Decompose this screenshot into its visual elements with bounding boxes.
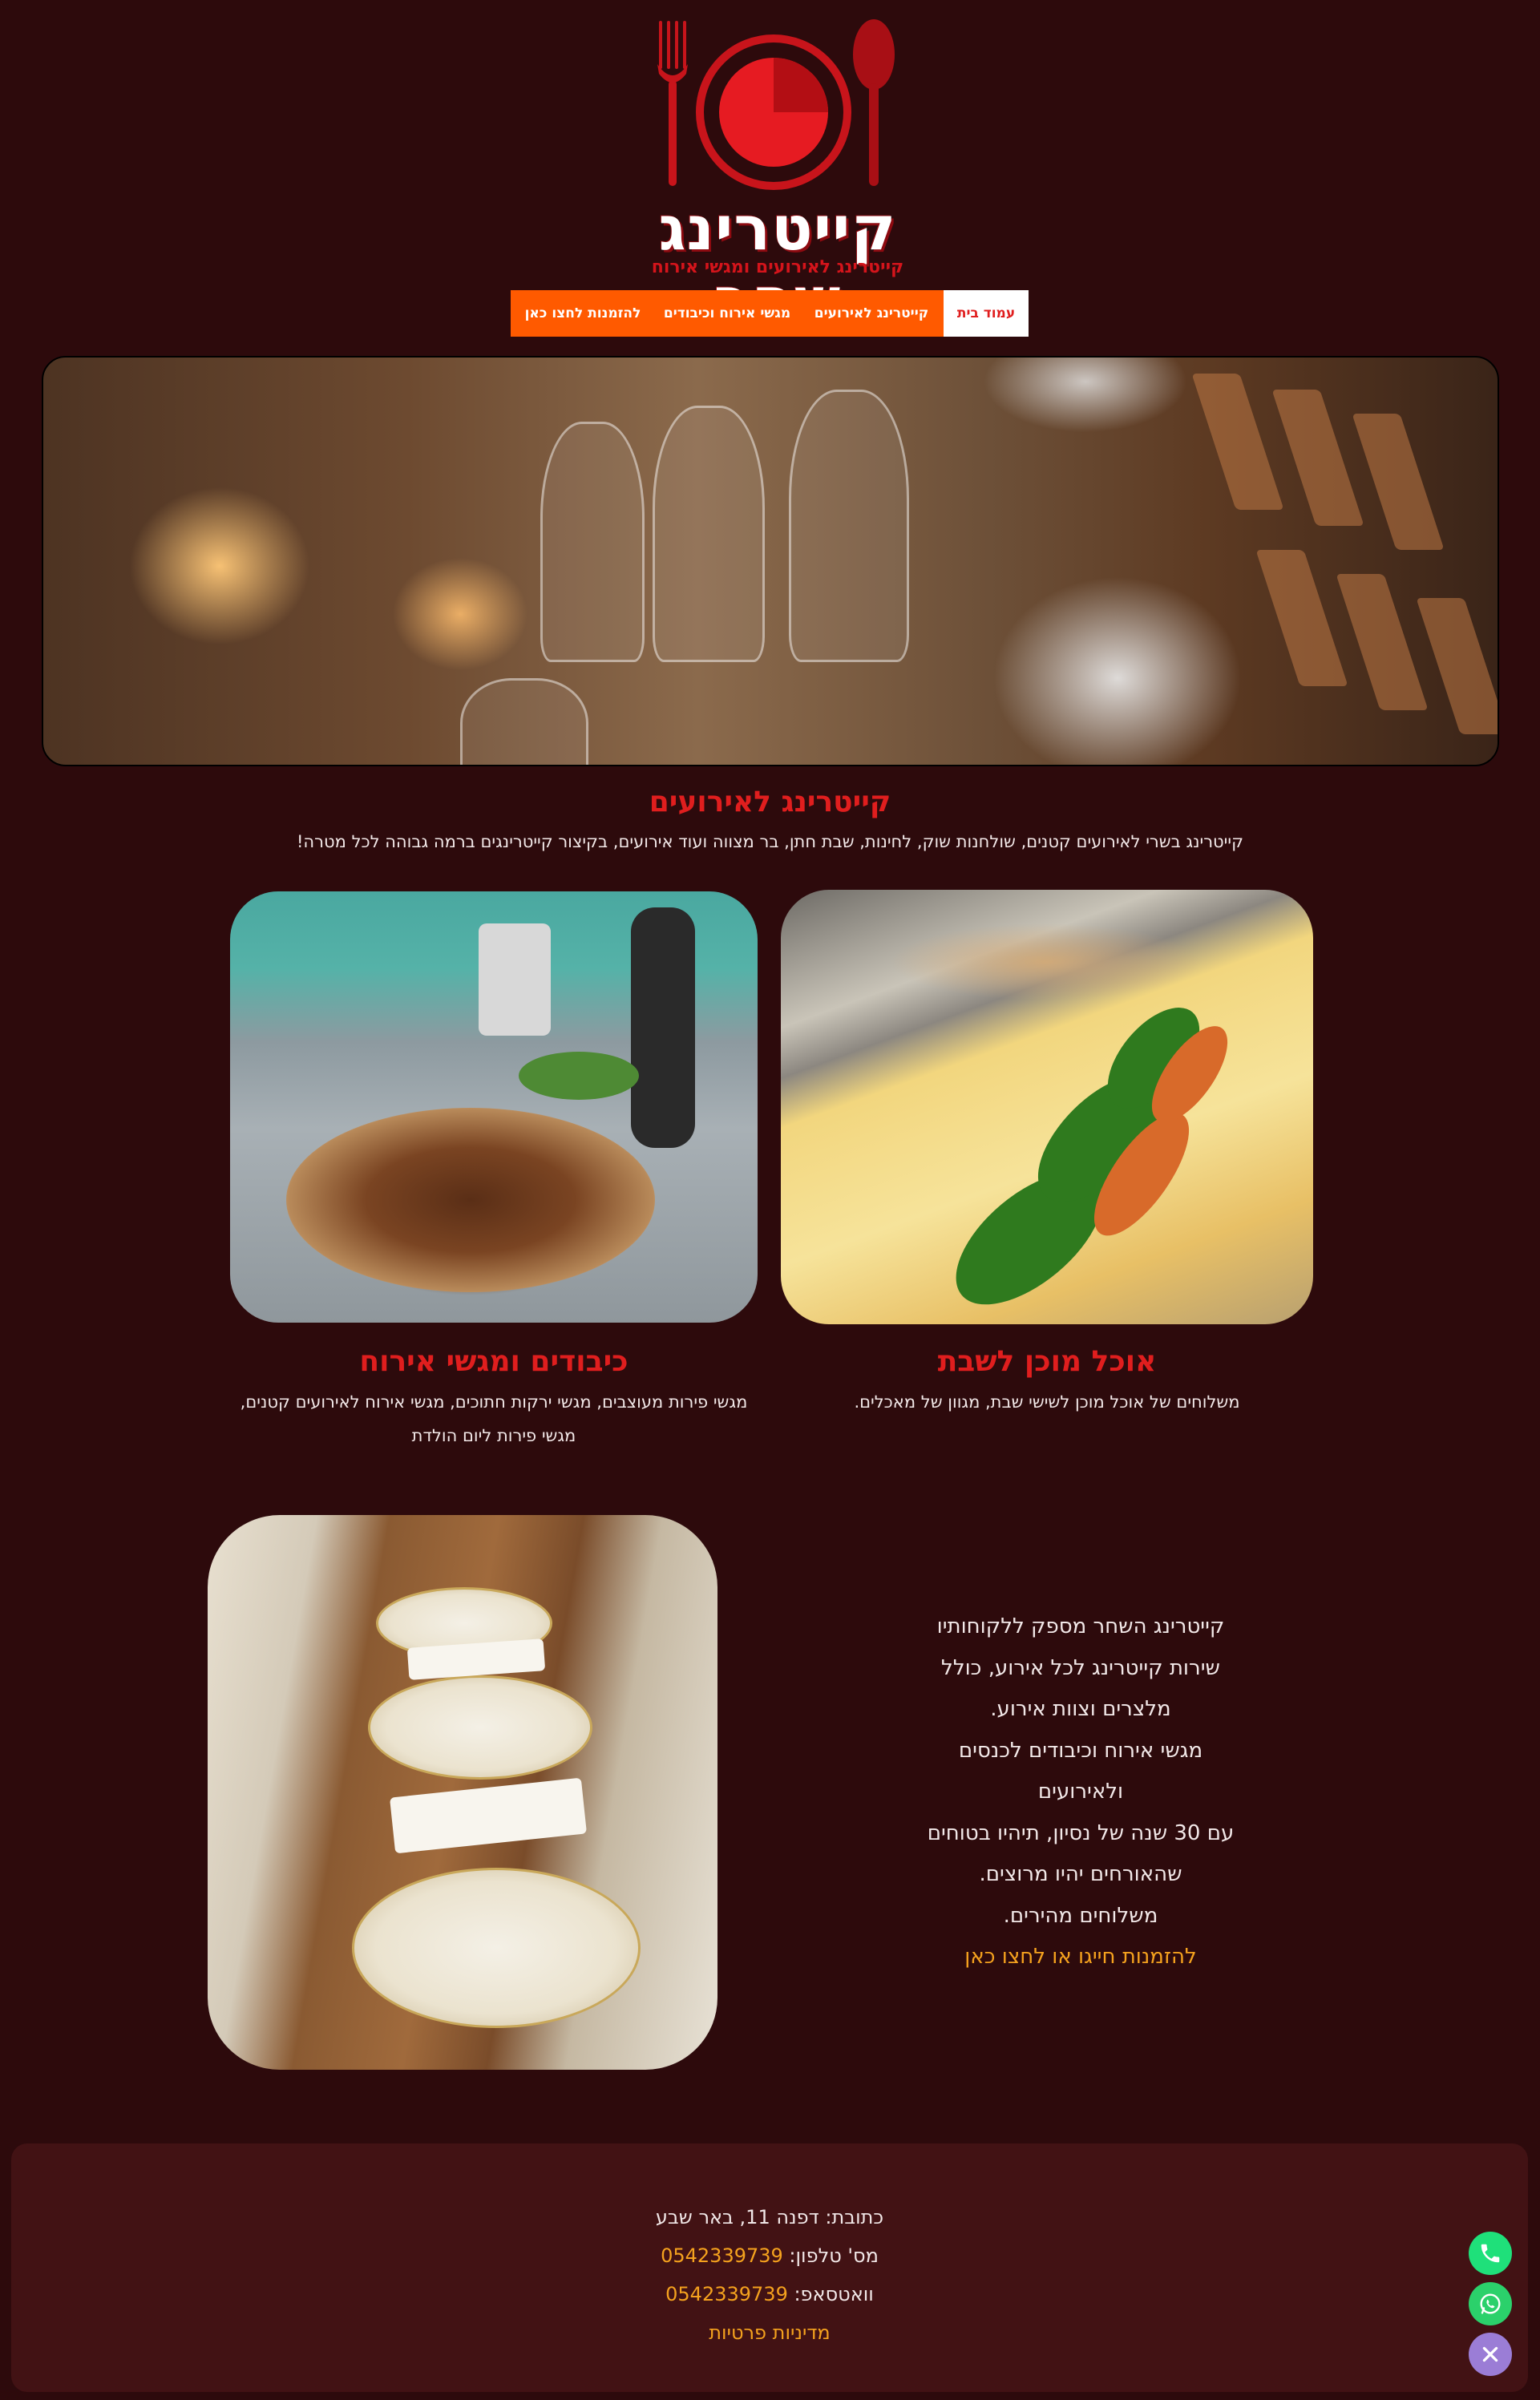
section-title-events: קייטרינג לאירועים	[649, 786, 891, 818]
card-description-shabbat: משלוחים של אוכל מוכן לשישי שבת, מגוון של…	[854, 1392, 1240, 1412]
nav-item-order[interactable]: להזמנות לחצו כאן	[511, 290, 655, 337]
close-icon	[1482, 2346, 1498, 2362]
site-logo[interactable]: קייטרינג שחר קייטרינג לאירועים ומגשי איר…	[609, 14, 946, 335]
footer-phone-link[interactable]: 0542339739	[661, 2244, 783, 2267]
about-line: ולאירועים	[1037, 1780, 1124, 1804]
about-line: שירות קייטרינג לכל אירוע, כולל	[941, 1655, 1220, 1680]
shabbat-food-image	[781, 890, 1313, 1324]
footer-whatsapp-link[interactable]: 0542339739	[665, 2283, 788, 2305]
nav-item-hosting[interactable]: מגשי אירוח וכיבודים	[655, 290, 799, 337]
table-setting-image	[208, 1515, 717, 2070]
phone-fab-button[interactable]	[1469, 2232, 1512, 2275]
footer-privacy-link[interactable]: מדיניות פרטיות	[11, 2321, 1528, 2344]
about-line: משלוחים מהירים.	[1003, 1903, 1158, 1928]
footer-phone: מס' טלפון: 0542339739	[11, 2244, 1528, 2267]
about-text: קייטרינג השחר מספק ללקוחותיו שירות קייטר…	[872, 1606, 1289, 1978]
plate-cutlery-icon	[657, 19, 895, 190]
nav-item-home[interactable]: עמוד בית	[944, 290, 1029, 337]
about-line: שהאורחים יהיו מרוצים.	[979, 1862, 1182, 1886]
footer: כתובת: דפנה 11, באר שבע מס' טלפון: 05423…	[11, 2143, 1528, 2392]
hosting-trays-image	[230, 891, 758, 1323]
whatsapp-fab-button[interactable]	[1469, 2282, 1512, 2325]
footer-whatsapp: וואטסאפ: 0542339739	[11, 2283, 1528, 2305]
hero-image	[42, 356, 1499, 766]
nav-item-events[interactable]: קייטרינג לאירועים	[799, 290, 944, 337]
about-line: מגשי אירוח וכיבודים לכנסים	[958, 1738, 1203, 1763]
close-fab-button[interactable]	[1469, 2333, 1512, 2376]
about-line: עם 30 שנה של נסיון, תיהיו בטוחים	[927, 1820, 1235, 1845]
phone-icon	[1481, 2244, 1500, 2263]
about-line: קייטרינג השחר מספק ללקוחותיו	[936, 1614, 1225, 1638]
footer-address: כתובת: דפנה 11, באר שבע	[655, 2206, 884, 2228]
footer-whatsapp-label: וואטסאפ:	[787, 2283, 874, 2305]
logo-subtitle: קייטרינג לאירועים ומגשי אירוח	[651, 257, 904, 277]
card-description-hosting-line1: מגשי פירות מעוצבים, מגשי ירקות חתוכים, מ…	[240, 1392, 748, 1412]
main-nav: עמוד בית קייטרינג לאירועים מגשי אירוח וכ…	[511, 290, 1029, 337]
card-title-shabbat: אוכל מוכן לשבת	[937, 1345, 1157, 1378]
section-description-events: קייטרינג בשרי לאירועים קטנים, שולחנות שו…	[297, 832, 1243, 851]
card-description-hosting: מגשי פירות מעוצבים, מגשי ירקות חתוכים, מ…	[230, 1385, 758, 1453]
order-link[interactable]: להזמנות חייגו או לחצו כאן	[964, 1945, 1196, 1969]
card-description-hosting-line2: מגשי פירות ליום הולדת	[411, 1426, 576, 1445]
footer-phone-label: מס' טלפון:	[782, 2244, 879, 2267]
whatsapp-icon	[1480, 2293, 1501, 2314]
about-line: מלצרים וצוות אירוע.	[990, 1697, 1171, 1721]
card-title-hosting: כיבודים ומגשי אירוח	[359, 1345, 629, 1378]
